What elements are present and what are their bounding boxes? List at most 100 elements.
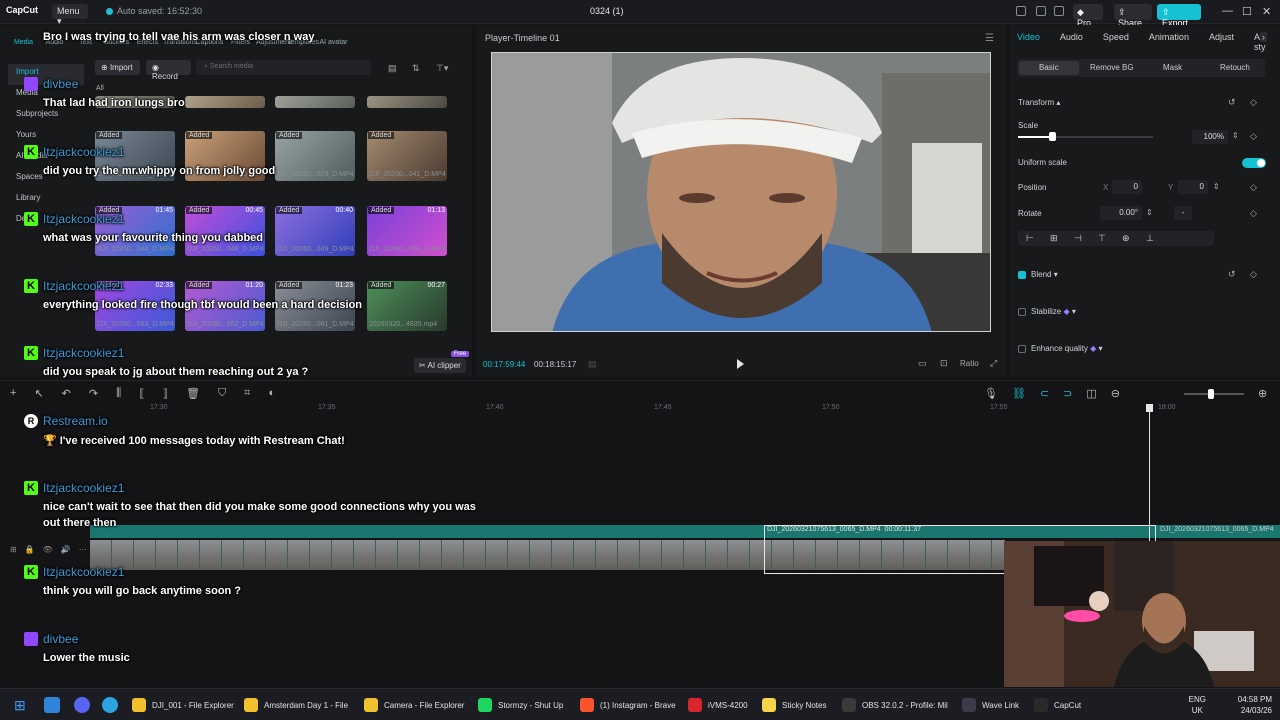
language-indicator[interactable]: ENG UK [1189,694,1206,716]
minimize-icon[interactable]: — [1222,5,1233,17]
redo-icon[interactable]: ↷ [89,387,98,400]
mic-icon[interactable]: 🎙 [984,387,998,400]
windows-start-icon[interactable]: ⊞ [14,697,26,714]
link-icon[interactable]: ⛓ [1012,387,1026,400]
search-input[interactable]: ⌕ Search media [196,60,371,75]
rotate-stepper-icon[interactable]: ⇕ [1146,208,1153,217]
maximize-icon[interactable]: ☐ [1242,5,1252,18]
play-icon[interactable] [737,359,744,369]
align-top-icon[interactable]: ⊤ [1098,233,1106,244]
media-thumbnail[interactable] [275,96,355,108]
pro-button[interactable]: ◆ Pro [1073,4,1103,28]
taskbar-app[interactable]: Stormzy - Shut Up [478,696,563,714]
trim-left-icon[interactable]: ⟦ [139,387,144,400]
player-menu-icon[interactable]: ☰ [985,33,994,44]
telegram-icon[interactable] [102,697,118,713]
share-button[interactable]: ⇪ Share [1114,4,1152,28]
align-bottom-icon[interactable]: ⊥ [1146,233,1154,244]
enhance-checkbox[interactable] [1018,345,1026,353]
tab-animation[interactable]: Animation [1149,32,1189,52]
tab-adjust[interactable]: Adjust [1209,32,1234,52]
playhead[interactable] [1146,404,1153,554]
settings-icon[interactable] [1054,6,1064,16]
rotate-keyframe-icon[interactable]: ◇ [1250,208,1257,219]
sort-icon[interactable]: ⇅ [412,63,420,74]
view-toggle-icon[interactable]: ▤ [388,63,397,74]
subtab-retouch[interactable]: Retouch [1220,63,1250,72]
reset-icon[interactable]: ↺ [1228,97,1236,108]
scale-keyframe-icon[interactable]: ◇ [1250,131,1257,142]
track-thumb-icon[interactable]: ⊞ [10,545,17,554]
zoom-in-icon[interactable]: ⊕ [1258,387,1267,400]
video-preview[interactable] [491,52,991,332]
scale-slider-handle[interactable] [1048,132,1056,141]
taskbar-app[interactable]: Amsterdam Day 1 - File [244,696,348,714]
ratio-button[interactable]: Ratio [960,359,979,368]
align-left-icon[interactable]: ⊢ [1026,233,1034,244]
crop-icon[interactable]: ⌗ [244,387,250,400]
playhead-handle[interactable] [1146,404,1153,412]
blend-checkbox[interactable] [1018,271,1026,279]
track-lock-icon[interactable]: 🔒 [25,545,35,554]
undo-icon[interactable]: ↶ [62,387,71,400]
shield-icon[interactable]: ⛉ [218,387,226,400]
system-clock[interactable]: ENG UK 04:58 PM 24/03/26 [1189,694,1272,716]
rotate-input[interactable]: 0.00° [1100,206,1142,220]
waveform-icon[interactable]: ▤ [588,359,597,370]
pos-y-input[interactable]: 0 [1178,180,1208,194]
tab-audio[interactable]: Audio [1060,32,1083,52]
track-audio-icon[interactable]: 🔊 [61,545,71,554]
select-tool-icon[interactable]: ↖ [34,387,43,400]
media-thumbnail[interactable] [367,96,447,108]
zoom-fit-icon[interactable]: ⊡ [940,358,948,369]
filter-icon[interactable]: ⊤▾ [436,63,448,74]
taskbar-app[interactable]: Camera - File Explorer [364,696,464,714]
subtab-basic[interactable]: Basic [1039,63,1059,72]
sidenav-subprojects[interactable]: Subprojects [8,106,84,127]
align-center-icon[interactable]: ⊞ [1050,233,1058,244]
position-keyframe-icon[interactable]: ◇ [1250,182,1257,193]
scale-slider[interactable] [1018,136,1153,138]
taskbar-app[interactable]: (1) Instagram - Brave [580,696,676,714]
uniform-scale-toggle[interactable] [1242,158,1266,168]
pos-y-stepper-icon[interactable]: ⇕ [1213,182,1220,191]
trim-right-icon[interactable]: ⟧ [163,387,168,400]
scale-stepper-icon[interactable]: ⇕ [1232,131,1239,140]
subtab-remove-bg[interactable]: Remove BG [1090,63,1134,72]
import-button[interactable]: ⊕ Import [95,60,140,75]
media-thumbnail[interactable] [185,96,265,108]
discord-icon[interactable] [74,697,90,713]
rotate-dash[interactable]: - [1174,206,1192,220]
sidenav-library[interactable]: Library [8,190,84,211]
export-button[interactable]: ⇧ Export [1157,4,1201,28]
zoom-handle[interactable] [1208,389,1214,399]
align-right-icon[interactable]: ⊣ [1074,233,1082,244]
keyframe-icon[interactable]: ◇ [1250,97,1257,108]
snap-icon[interactable]: ⊃ [1063,387,1072,400]
menu-button[interactable]: Menu ▾ [52,4,88,26]
taskbar-app[interactable]: CapCut [1034,696,1081,714]
scale-value[interactable]: 100% [1192,130,1228,144]
track-eye-icon[interactable]: 👁 [43,545,53,554]
close-icon[interactable]: ✕ [1262,5,1271,18]
align-middle-icon[interactable]: ⊕ [1122,233,1130,244]
taskbar-app[interactable]: Wave Link [962,696,1019,714]
tool-media[interactable]: Media [8,27,39,51]
tabs-scroll-icon[interactable]: › [1260,32,1267,42]
blend-keyframe-icon[interactable]: ◇ [1250,269,1257,280]
subtab-mask[interactable]: Mask [1163,63,1182,72]
app-icon-1[interactable] [44,697,60,713]
taskbar-app[interactable]: Sticky Notes [762,696,826,714]
stabilize-checkbox[interactable] [1018,308,1026,316]
taskbar-app[interactable]: iVMS-4200 [688,696,748,714]
taskbar-app[interactable]: OBS 32.0.2 - Profile: Mil [842,696,948,714]
tab-video[interactable]: Video [1017,32,1040,52]
track-more-icon[interactable]: ⋯ [79,545,87,554]
fullres-icon[interactable]: ▭ [918,358,927,369]
pos-x-input[interactable]: 0 [1112,180,1142,194]
record-button[interactable]: ◉ Record [146,60,191,81]
tool-ai-avatar[interactable]: AI avatar [318,27,349,51]
layout-icon[interactable] [1016,6,1026,16]
add-track-icon[interactable]: + [10,387,16,400]
zoom-slider[interactable] [1184,389,1244,399]
